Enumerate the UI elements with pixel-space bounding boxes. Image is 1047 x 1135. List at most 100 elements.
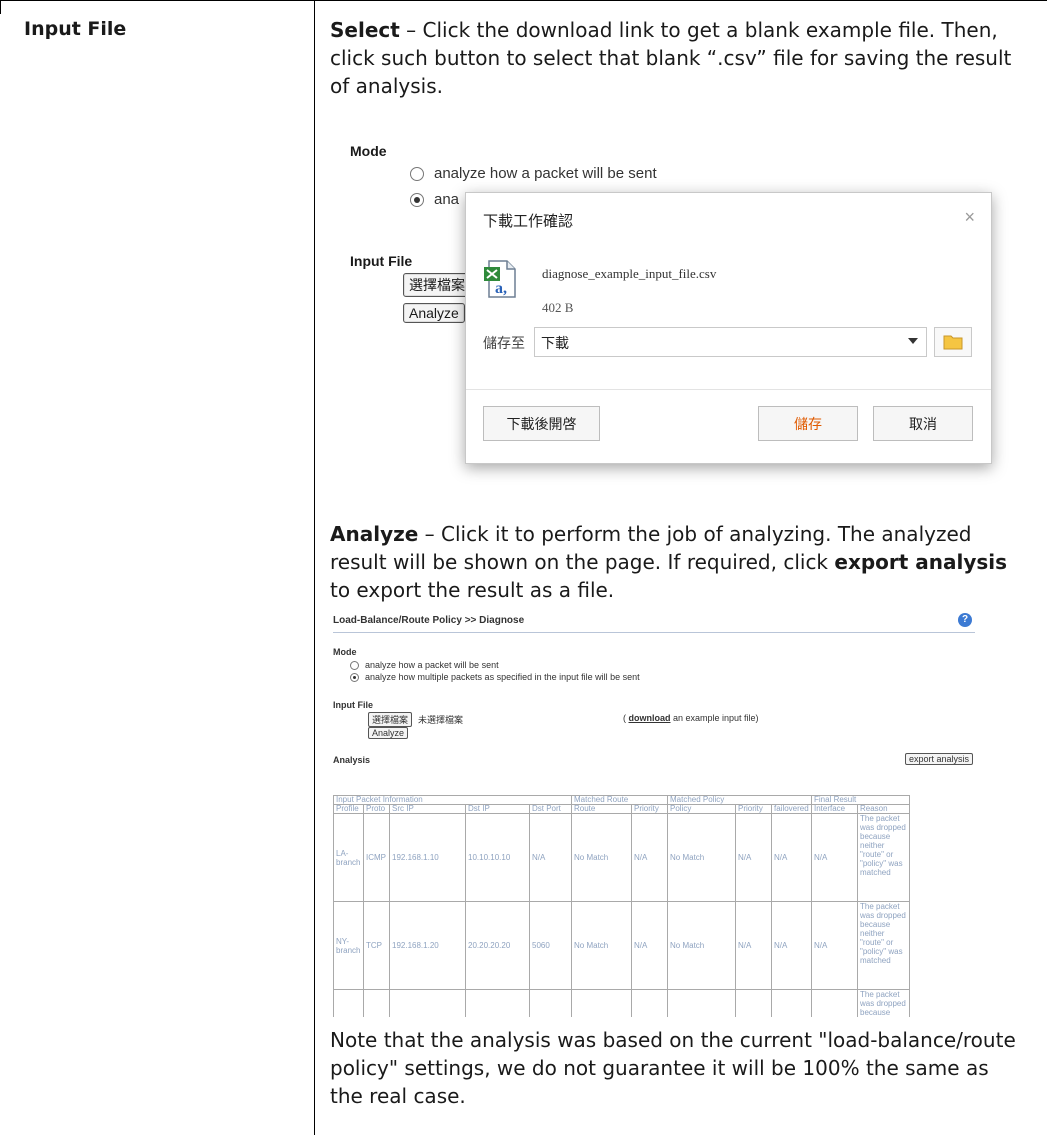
- select-text: – Click the download link to get a blank…: [330, 18, 1012, 98]
- choose-file-button[interactable]: 選擇檔案: [403, 273, 471, 297]
- save-to-label: 儲存至: [483, 335, 525, 351]
- cell-interface: N/A: [811, 901, 858, 990]
- cell-dst-port: 5060: [529, 901, 572, 990]
- download-suffix: an example input file): [670, 713, 759, 723]
- input-file-label: Input File: [350, 253, 413, 269]
- cell-reason: The packet was dropped because neither "…: [857, 813, 910, 902]
- analyze-button[interactable]: Analyze: [368, 727, 409, 739]
- column-header: Reason: [857, 804, 910, 814]
- save-location-value: 下載: [541, 335, 569, 351]
- radio-label: analyze how a packet will be sent: [365, 660, 499, 670]
- analysis-label: Analysis: [333, 755, 371, 765]
- radio-off-icon: [410, 167, 424, 182]
- cell-interface: N/A: [811, 813, 858, 902]
- column-header: Src IP: [389, 804, 466, 814]
- download-dialog-screenshot: Mode analyze how a packet will be sent a…: [330, 135, 1030, 480]
- download-example-text: ( download an example input file): [623, 713, 759, 723]
- mode-label: Mode: [350, 143, 387, 159]
- column-header: Interface: [811, 804, 858, 814]
- cell-policy: No Match: [667, 813, 736, 902]
- analyze-description: Analyze – Click it to perform the job of…: [330, 520, 1020, 604]
- cell-proto: TCP: [363, 901, 390, 990]
- svg-text:a,: a,: [495, 280, 507, 297]
- csv-file-icon: a,: [484, 260, 516, 298]
- export-analysis-button[interactable]: export analysis: [905, 753, 974, 765]
- help-icon[interactable]: ?: [958, 613, 972, 627]
- download-link[interactable]: download: [629, 713, 671, 723]
- diagnose-page-screenshot: Load-Balance/Route Policy >> Diagnose ? …: [330, 610, 1028, 1025]
- document-table: Input File Select – Click the download l…: [0, 0, 1047, 1135]
- analyze-text-2: to export the result as a file.: [330, 578, 615, 602]
- open-after-download-button[interactable]: 下載後開啓: [483, 406, 600, 441]
- radio-on-icon: [350, 673, 359, 683]
- cell-policy-priority: N/A: [735, 813, 772, 902]
- analyze-term: Analyze: [330, 522, 419, 546]
- choose-file-button[interactable]: 選擇檔案: [368, 712, 413, 727]
- input-file-label: Input File: [333, 700, 373, 710]
- cell-failovered: N/A: [771, 813, 812, 902]
- column-header-row: Profile Proto Src IP Dst IP Dst Port Rou…: [333, 804, 910, 814]
- screenshot-crop-edge: [330, 1017, 1028, 1025]
- cell-dst-ip: 20.20.20.20: [465, 901, 530, 990]
- cell-route: No Match: [571, 901, 632, 990]
- analyze-button[interactable]: Analyze: [403, 303, 465, 323]
- select-term: Select: [330, 18, 400, 42]
- export-analysis-term: export analysis: [834, 550, 1008, 574]
- cell-route: No Match: [571, 813, 632, 902]
- cell-failovered: N/A: [771, 901, 812, 990]
- dialog-title: 下載工作確認: [483, 213, 574, 230]
- title-underline: [333, 632, 975, 633]
- table-top-rule: [0, 0, 1047, 1]
- analysis-note: Note that the analysis was based on the …: [330, 1028, 1016, 1108]
- cell-dst-port: N/A: [529, 813, 572, 902]
- cell-route-priority: N/A: [631, 813, 668, 902]
- radio-multiple-packets[interactable]: analyze how multiple packets as specifie…: [350, 672, 640, 683]
- file-size: 402 B: [542, 300, 574, 315]
- column-header: Priority: [631, 804, 668, 814]
- radio-single-packet[interactable]: analyze how a packet will be sent: [410, 165, 657, 182]
- table-row: NY-branch TCP 192.168.1.20 20.20.20.20 5…: [333, 901, 910, 990]
- no-file-chosen: 未選擇檔案: [418, 715, 464, 725]
- radio-label: ana: [434, 191, 460, 208]
- page-title: Load-Balance/Route Policy >> Diagnose: [333, 615, 525, 626]
- radio-off-icon: [350, 661, 359, 671]
- column-header: Policy: [667, 804, 736, 814]
- cell-proto: ICMP: [363, 813, 390, 902]
- cell-src-ip: 192.168.1.10: [389, 813, 466, 902]
- browse-folder-button[interactable]: [934, 327, 972, 357]
- column-header: failovered: [771, 804, 812, 814]
- download-confirm-dialog: 下載工作確認 × a, diagnose_example_input_file.…: [465, 192, 992, 464]
- cell-policy-priority: N/A: [735, 901, 772, 990]
- close-icon[interactable]: ×: [964, 207, 975, 228]
- column-header: Dst IP: [465, 804, 530, 814]
- analysis-table: Input Packet Information Matched Route M…: [333, 795, 910, 1022]
- dialog-separator: [466, 389, 991, 390]
- column-header: Profile: [333, 804, 364, 814]
- file-name: diagnose_example_input_file.csv: [542, 266, 717, 281]
- radio-label: analyze how multiple packets as specifie…: [365, 672, 640, 682]
- chevron-down-icon: [908, 338, 918, 344]
- table-left-rule: [0, 0, 1, 14]
- column-header: Priority: [735, 804, 772, 814]
- cancel-button[interactable]: 取消: [873, 406, 973, 441]
- save-location-select[interactable]: 下載: [534, 327, 927, 357]
- radio-single-packet[interactable]: analyze how a packet will be sent: [350, 660, 499, 671]
- save-button[interactable]: 儲存: [758, 406, 858, 441]
- cell-reason: The packet was dropped because neither "…: [857, 901, 910, 990]
- cell-dst-ip: 10.10.10.10: [465, 813, 530, 902]
- cell-route-priority: N/A: [631, 901, 668, 990]
- column-divider: [314, 0, 315, 1135]
- radio-multiple-packets[interactable]: ana: [410, 191, 459, 208]
- radio-on-icon: [410, 193, 424, 208]
- cell-profile: LA-branch: [333, 813, 364, 902]
- radio-label: analyze how a packet will be sent: [434, 165, 657, 182]
- folder-icon: [943, 335, 963, 350]
- column-header: Proto: [363, 804, 390, 814]
- cell-profile: NY-branch: [333, 901, 364, 990]
- select-description: Select – Click the download link to get …: [330, 16, 1020, 100]
- parameter-label: Input File: [24, 18, 127, 40]
- cell-src-ip: 192.168.1.20: [389, 901, 466, 990]
- column-header: Route: [571, 804, 632, 814]
- column-header: Dst Port: [529, 804, 572, 814]
- table-row: LA-branch ICMP 192.168.1.10 10.10.10.10 …: [333, 813, 910, 902]
